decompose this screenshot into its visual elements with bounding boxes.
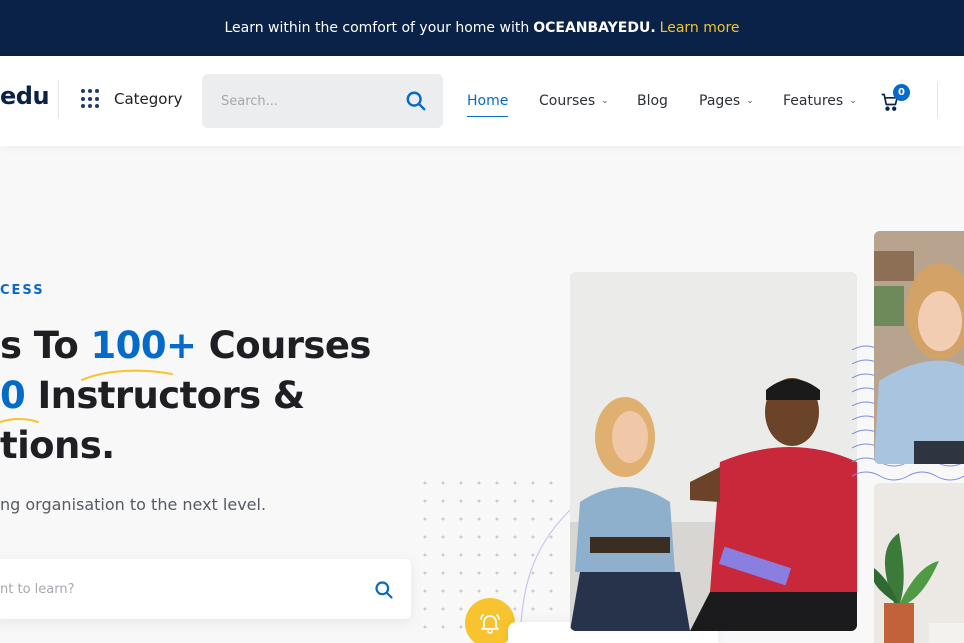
announcement-brand: OCEANBAYEDU. <box>533 20 656 36</box>
nav-features[interactable]: Features ⌄ <box>783 93 857 109</box>
search-input[interactable] <box>221 74 391 128</box>
nav-blog[interactable]: Blog <box>637 93 668 109</box>
nav-courses[interactable]: Courses ⌄ <box>539 93 609 109</box>
hero-headline-line1: s To 100+ Courses <box>0 324 371 367</box>
hero-headline-line3: tions. <box>0 424 115 467</box>
announcement-bar: Learn within the comfort of your home wi… <box>0 0 964 56</box>
nav-pages-label: Pages <box>699 93 741 109</box>
chevron-down-icon: ⌄ <box>746 96 754 106</box>
headline-highlight: 100+ <box>90 324 197 367</box>
chevron-down-icon: ⌄ <box>849 96 857 106</box>
students-illustration <box>570 272 857 631</box>
search-icon[interactable] <box>374 580 394 600</box>
site-logo[interactable]: edu <box>0 82 50 110</box>
announcement-text: Learn within the comfort of your home wi… <box>224 20 530 36</box>
woman-laptop-illustration <box>874 231 964 464</box>
plant-illustration <box>874 483 964 643</box>
search-icon[interactable] <box>405 90 427 112</box>
hero-search <box>0 559 411 619</box>
headline-text: Instructors & <box>25 374 305 417</box>
site-header: edu Category Home Courses ⌄ Blog Pages ⌄… <box>0 56 964 146</box>
category-label: Category <box>114 90 183 108</box>
hero-subtitle: ng organisation to the next level. <box>0 495 267 514</box>
nav-pages[interactable]: Pages ⌄ <box>699 93 754 109</box>
nav-features-label: Features <box>783 93 844 109</box>
bell-icon <box>480 614 500 634</box>
headline-text: s To <box>0 324 91 367</box>
photo-woman-laptop <box>874 231 964 464</box>
hero-headline-line2: 0 Instructors & <box>0 374 305 417</box>
nav-home-label: Home <box>467 93 509 109</box>
nav-courses-label: Courses <box>539 93 596 109</box>
nav-blog-label: Blog <box>637 93 668 109</box>
header-divider <box>58 80 59 118</box>
header-divider <box>937 82 938 118</box>
learn-more-link[interactable]: Learn more <box>660 20 740 36</box>
chevron-down-icon: ⌄ <box>601 96 609 106</box>
hero-search-input[interactable] <box>0 559 340 619</box>
hero-photo-students <box>570 272 857 631</box>
nav-home[interactable]: Home <box>467 93 509 117</box>
hero-eyebrow: CESS <box>0 283 45 298</box>
headline-highlight: 0 <box>0 374 26 417</box>
category-menu-button[interactable]: Category <box>81 89 183 109</box>
photo-plant-desk <box>874 483 964 643</box>
header-search <box>202 74 443 128</box>
headline-text: Courses <box>196 324 372 367</box>
grid-icon <box>81 89 101 109</box>
cart-count-badge: 0 <box>893 84 910 101</box>
